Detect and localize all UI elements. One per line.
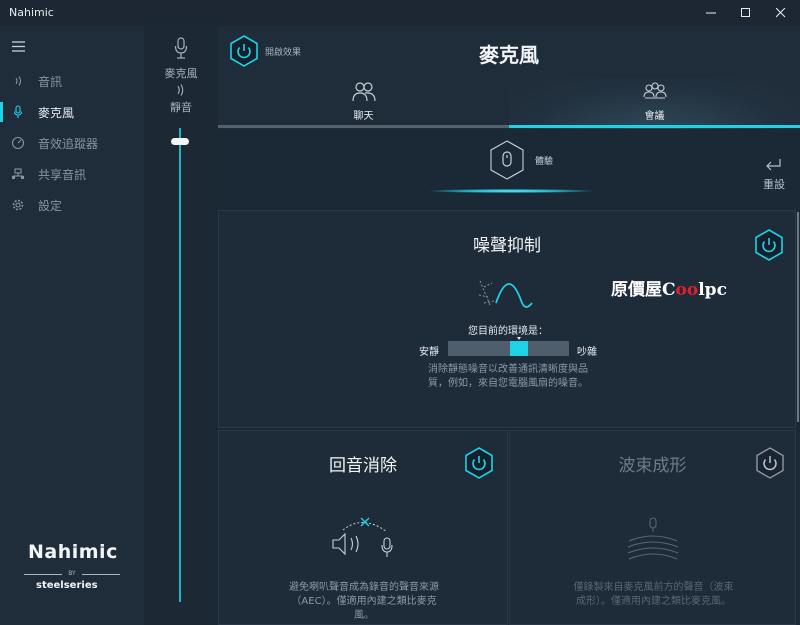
sound-icon bbox=[15, 76, 22, 86]
beamforming-desc-line: 僅錄製來自麥克風前方的聲音（波束 bbox=[573, 582, 734, 593]
volume-slider-track[interactable] bbox=[179, 128, 181, 602]
watermark-prefix: 原價屋 bbox=[611, 280, 662, 300]
close-icon bbox=[776, 8, 786, 18]
environment-level-marker bbox=[517, 337, 521, 340]
chat-icon bbox=[352, 82, 376, 102]
power-toggle-icon[interactable] bbox=[755, 447, 785, 479]
experience-hex-icon[interactable] bbox=[489, 140, 525, 180]
coolpc-watermark: 原價屋Coolpc bbox=[611, 275, 727, 300]
power-toggle-icon[interactable] bbox=[464, 447, 494, 479]
mute-label: 靜音 bbox=[170, 101, 192, 114]
tab-indicator-inactive bbox=[218, 125, 509, 128]
app-title: Nahimic bbox=[9, 6, 54, 19]
noise-wave-icon bbox=[478, 280, 533, 308]
echo-desc-line: 風。 bbox=[354, 610, 374, 621]
environment-quiet-label: 安靜 bbox=[419, 347, 439, 358]
sidebar-item-label: 共享音訊 bbox=[38, 168, 87, 182]
title-bar: Nahimic bbox=[0, 0, 800, 26]
noise-suppression-desc-line: 消除靜態噪音以改善通訊清晰度與品 bbox=[428, 364, 588, 375]
sidebar: 音訊 麥克風 音效追蹤器 共享音訊 設定 Nahimic BY steelser… bbox=[0, 26, 144, 625]
scrollbar[interactable] bbox=[796, 210, 800, 625]
sidebar-item-microphone[interactable]: 麥克風 bbox=[0, 97, 144, 127]
meeting-icon bbox=[643, 82, 667, 99]
noise-suppression-description: 消除靜態噪音以改善通訊清晰度與品 質，例如，來自您電腦風扇的噪音。 bbox=[219, 363, 797, 391]
sound-tracker-icon bbox=[11, 136, 25, 150]
maximize-icon bbox=[741, 8, 750, 17]
microphone-icon bbox=[174, 37, 188, 59]
header: 開啟效果 麥克風 聊天 會議 bbox=[218, 26, 800, 129]
experience-area: 體驗 重設 bbox=[218, 129, 800, 209]
sidebar-item-label: 音效追蹤器 bbox=[38, 137, 99, 151]
echo-desc-line: （AEC）。僅適用內建之類比麥克 bbox=[291, 596, 437, 607]
sidebar-item-share-audio[interactable]: 共享音訊 bbox=[0, 159, 144, 189]
beamforming-card: 波束成形 僅錄製來自麥克風前方的聲音（波束 成形）。僅適用內建之類比麥克風。 bbox=[509, 430, 796, 625]
close-button[interactable] bbox=[766, 0, 796, 26]
environment-label: 您目前的環境是： bbox=[468, 326, 548, 337]
watermark-c: C bbox=[662, 280, 676, 300]
sidebar-item-label: 設定 bbox=[38, 199, 63, 213]
beamforming-desc-line: 成形）。僅適用內建之類比麥克風。 bbox=[576, 596, 731, 607]
page-title: 麥克風 bbox=[479, 43, 539, 67]
watermark-oo: oo bbox=[675, 280, 699, 300]
tab-chat[interactable]: 聊天 bbox=[218, 78, 509, 129]
sidebar-item-sound-tracker[interactable]: 音效追蹤器 bbox=[0, 128, 144, 158]
mute-icon[interactable] bbox=[174, 83, 188, 97]
share-audio-icon bbox=[12, 168, 24, 179]
volume-mic-label: 麥克風 bbox=[164, 67, 198, 80]
beamforming-description: 僅錄製來自麥克風前方的聲音（波束 成形）。僅適用內建之類比麥克風。 bbox=[530, 581, 777, 609]
tab-label: 聊天 bbox=[353, 111, 374, 122]
noise-suppression-title: 噪聲抑制 bbox=[473, 236, 541, 256]
minimize-icon bbox=[706, 12, 716, 14]
watermark-suffix: lpc bbox=[698, 280, 727, 300]
echo-cancel-illustration-icon bbox=[332, 517, 393, 557]
sidebar-item-settings[interactable]: 設定 bbox=[0, 190, 144, 220]
logo-maker: steelseries bbox=[36, 580, 98, 591]
nahimic-logo: Nahimic BY steelseries bbox=[22, 541, 127, 601]
maximize-button[interactable] bbox=[731, 0, 761, 26]
volume-column: 麥克風 靜音 bbox=[144, 26, 218, 625]
logo-brand: Nahimic bbox=[28, 541, 118, 563]
echo-cancellation-description: 避免喇叭聲音成為錄音的聲音來源 （AEC）。僅適用內建之類比麥克 風。 bbox=[269, 581, 459, 623]
minimize-button[interactable] bbox=[696, 0, 726, 26]
gear-icon bbox=[12, 199, 24, 211]
reset-icon[interactable] bbox=[763, 157, 783, 173]
echo-desc-line: 避免喇叭聲音成為錄音的聲音來源 bbox=[289, 582, 439, 593]
sidebar-item-label: 麥克風 bbox=[38, 106, 75, 120]
tab-meeting[interactable]: 會議 bbox=[509, 78, 800, 129]
environment-level-bar bbox=[448, 337, 569, 356]
hamburger-menu-icon[interactable] bbox=[12, 41, 28, 53]
beamforming-illustration-icon bbox=[627, 517, 679, 560]
environment-level-thumb bbox=[510, 341, 528, 356]
sidebar-item-sound[interactable]: 音訊 bbox=[0, 66, 144, 96]
power-toggle-icon[interactable] bbox=[754, 229, 784, 261]
echo-cancellation-card: 回音消除 避免喇叭聲音成為錄音的聲音來源 （AEC）。僅適用內建之類比麥克 風。 bbox=[218, 430, 508, 625]
sidebar-item-label: 音訊 bbox=[38, 75, 63, 89]
logo-by: BY bbox=[22, 570, 122, 577]
scrollbar-thumb[interactable] bbox=[797, 212, 799, 422]
noise-suppression-card: 噪聲抑制 原價屋Coolpc 您目前的環境是： 安靜 吵雜 消除靜態噪音以改善通… bbox=[218, 210, 796, 428]
experience-label: 體驗 bbox=[535, 157, 554, 167]
tab-indicator-active bbox=[509, 125, 800, 128]
environment-noisy-label: 吵雜 bbox=[577, 347, 597, 358]
beamforming-title: 波束成形 bbox=[618, 456, 687, 476]
microphone-icon bbox=[13, 105, 23, 118]
noise-suppression-desc-line: 質，例如，來自您電腦風扇的噪音。 bbox=[428, 378, 588, 389]
experience-glow bbox=[430, 189, 592, 193]
tab-label: 會議 bbox=[644, 111, 665, 122]
reset-button[interactable]: 重設 bbox=[763, 176, 785, 192]
volume-slider-thumb[interactable] bbox=[171, 138, 189, 145]
main-panel: 開啟效果 麥克風 聊天 會議 體驗 重設 噪聲抑制 原價屋Coolpc 您目前的… bbox=[218, 26, 800, 625]
